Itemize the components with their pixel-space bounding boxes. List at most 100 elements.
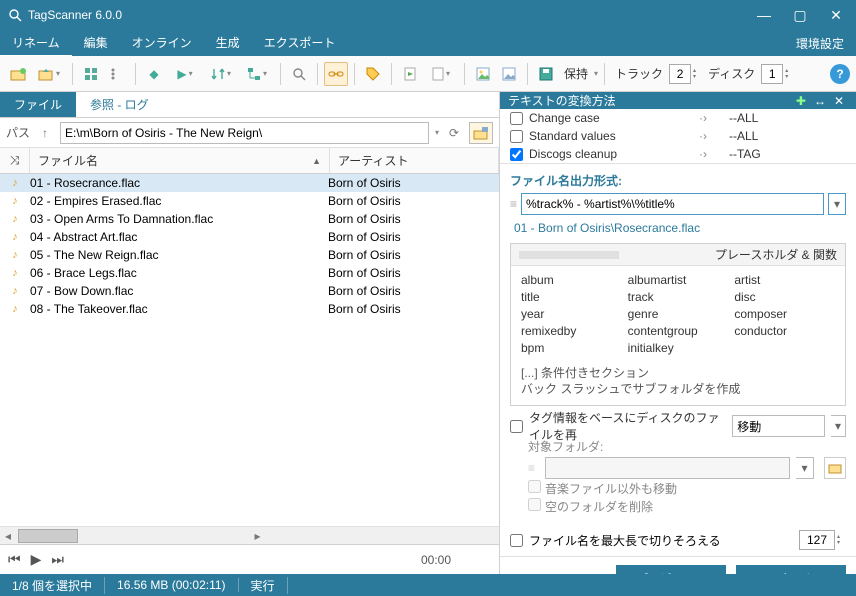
menu-prefs[interactable]: 環境設定	[784, 31, 856, 56]
menu-online[interactable]: オンライン	[120, 30, 204, 57]
browse-folder-icon[interactable]	[824, 457, 846, 479]
ph-head-label: プレースホルダ & 関数	[715, 246, 837, 263]
refresh-icon[interactable]: ⟳	[445, 124, 463, 142]
placeholder-item[interactable]: albumartist	[628, 272, 729, 289]
conv-row[interactable]: Standard values·›--ALL	[500, 127, 856, 145]
sort-icon[interactable]	[204, 62, 238, 86]
format-preview: 01 - Born of Osiris\Rosecrance.flac	[500, 221, 856, 243]
play-button[interactable]: ▶	[31, 551, 42, 568]
hscroll-left[interactable]: ◂	[0, 529, 16, 543]
conv-row[interactable]: Change case·›--ALL	[500, 109, 856, 127]
new-folder-icon[interactable]	[6, 62, 30, 86]
next-track-button[interactable]: ⏭	[51, 551, 64, 568]
path-input[interactable]	[60, 122, 429, 144]
prev-track-button[interactable]: ⏮	[8, 551, 21, 568]
conv-checkbox[interactable]	[510, 130, 523, 143]
col-artist[interactable]: アーティスト	[330, 148, 499, 173]
table-row[interactable]: ♪08 - The Takeover.flacBorn of Osiris	[0, 300, 499, 318]
nav-up-icon[interactable]: ↑	[36, 124, 54, 142]
search-icon[interactable]	[287, 62, 311, 86]
hscroll-right[interactable]: ▸	[16, 529, 499, 543]
close-button[interactable]: ✕	[824, 7, 848, 24]
save-disk-icon[interactable]	[534, 62, 558, 86]
folder-tree-icon[interactable]	[469, 122, 493, 144]
table-row[interactable]: ♪03 - Open Arms To Damnation.flacBorn of…	[0, 210, 499, 228]
conv-checkbox[interactable]	[510, 112, 523, 125]
placeholder-item[interactable]: year	[521, 306, 622, 323]
opt-truncate-checkbox[interactable]	[510, 534, 523, 547]
placeholder-item[interactable]: contentgroup	[628, 323, 729, 340]
placeholder-item[interactable]: album	[521, 272, 622, 289]
conv-row[interactable]: Discogs cleanup·›--TAG	[500, 145, 856, 163]
play-script-icon[interactable]	[398, 62, 422, 86]
image2-icon[interactable]	[497, 62, 521, 86]
col-filename[interactable]: ファイル名▲	[30, 148, 330, 173]
opt-base-dd-icon[interactable]: ▾	[831, 415, 846, 437]
placeholder-item[interactable]: conductor	[734, 323, 835, 340]
preview-button[interactable]: プレビュー...	[616, 565, 726, 574]
disc-input[interactable]	[761, 64, 783, 84]
save-label: 保持	[560, 65, 592, 82]
format-dd-icon[interactable]: ▾	[828, 193, 846, 215]
artist-cell: Born of Osiris	[324, 266, 495, 280]
table-row[interactable]: ♪01 - Rosecrance.flacBorn of Osiris	[0, 174, 499, 192]
status-size: 16.56 MB (00:02:11)	[105, 578, 239, 592]
col-shuffle[interactable]: ⤨	[0, 148, 30, 173]
table-row[interactable]: ♪07 - Bow Down.flacBorn of Osiris	[0, 282, 499, 300]
placeholder-item[interactable]: composer	[734, 306, 835, 323]
document-icon[interactable]	[424, 62, 458, 86]
path-label: パス	[6, 124, 30, 141]
panel-expand-icon[interactable]: ↔	[810, 94, 830, 108]
file-icon: ♪	[4, 285, 26, 297]
panel-add-icon[interactable]: ✚	[792, 94, 810, 108]
truncate-down[interactable]: ▾	[837, 540, 840, 546]
opt-base-select[interactable]: 移動	[732, 415, 825, 437]
help-icon[interactable]: ?	[830, 64, 850, 84]
tab-file[interactable]: ファイル	[0, 92, 76, 117]
table-row[interactable]: ♪05 - The New Reign.flacBorn of Osiris	[0, 246, 499, 264]
opt-base-checkbox[interactable]	[510, 420, 523, 433]
nav-back-icon[interactable]: ◆	[142, 62, 166, 86]
menu-edit[interactable]: 編集	[72, 30, 120, 57]
tag-icon[interactable]	[361, 62, 385, 86]
conv-checkbox[interactable]	[510, 148, 523, 161]
open-folder-icon[interactable]	[32, 62, 66, 86]
view-list-icon[interactable]	[105, 62, 129, 86]
placeholder-item[interactable]: title	[521, 289, 622, 306]
minimize-button[interactable]: —	[752, 7, 776, 24]
hscroll-thumb[interactable]	[18, 529, 78, 543]
tab-reference[interactable]: 参照 - ログ	[76, 92, 163, 117]
track-input[interactable]	[669, 64, 691, 84]
placeholder-item[interactable]: initialkey	[628, 340, 729, 357]
link-icon[interactable]	[324, 62, 348, 86]
menu-rename[interactable]: リネーム	[0, 30, 72, 57]
placeholder-item[interactable]: bpm	[521, 340, 622, 357]
table-row[interactable]: ♪06 - Brace Legs.flacBorn of Osiris	[0, 264, 499, 282]
tree-icon[interactable]	[240, 62, 274, 86]
track-down[interactable]: ▾	[693, 74, 696, 80]
menu-export[interactable]: エクスポート	[252, 30, 348, 57]
file-icon: ♪	[4, 267, 26, 279]
format-hamburger-icon[interactable]: ≡	[510, 193, 517, 215]
table-row[interactable]: ♪04 - Abstract Art.flacBorn of Osiris	[0, 228, 499, 246]
table-row[interactable]: ♪02 - Empires Erased.flacBorn of Osiris	[0, 192, 499, 210]
placeholder-item[interactable]: genre	[628, 306, 729, 323]
image-icon[interactable]	[471, 62, 495, 86]
placeholder-item[interactable]: artist	[734, 272, 835, 289]
view-grid-icon[interactable]	[79, 62, 103, 86]
nav-forward-icon[interactable]: ▶	[168, 62, 202, 86]
rename-button[interactable]: リネーム	[736, 565, 846, 574]
path-dd-icon[interactable]: ▾	[435, 128, 439, 137]
opt-sub1-checkbox	[528, 480, 541, 493]
menu-generate[interactable]: 生成	[204, 30, 252, 57]
conv-value: --TAG	[729, 147, 761, 161]
placeholder-item[interactable]: remixedby	[521, 323, 622, 340]
save-dd-icon[interactable]: ▾	[594, 69, 598, 78]
opt-truncate-input[interactable]	[799, 530, 835, 550]
panel-close-icon[interactable]: ✕	[830, 94, 848, 108]
maximize-button[interactable]: ▢	[788, 7, 812, 24]
placeholder-item[interactable]: disc	[734, 289, 835, 306]
format-input[interactable]	[521, 193, 824, 215]
placeholder-item[interactable]: track	[628, 289, 729, 306]
disc-down[interactable]: ▾	[785, 74, 788, 80]
